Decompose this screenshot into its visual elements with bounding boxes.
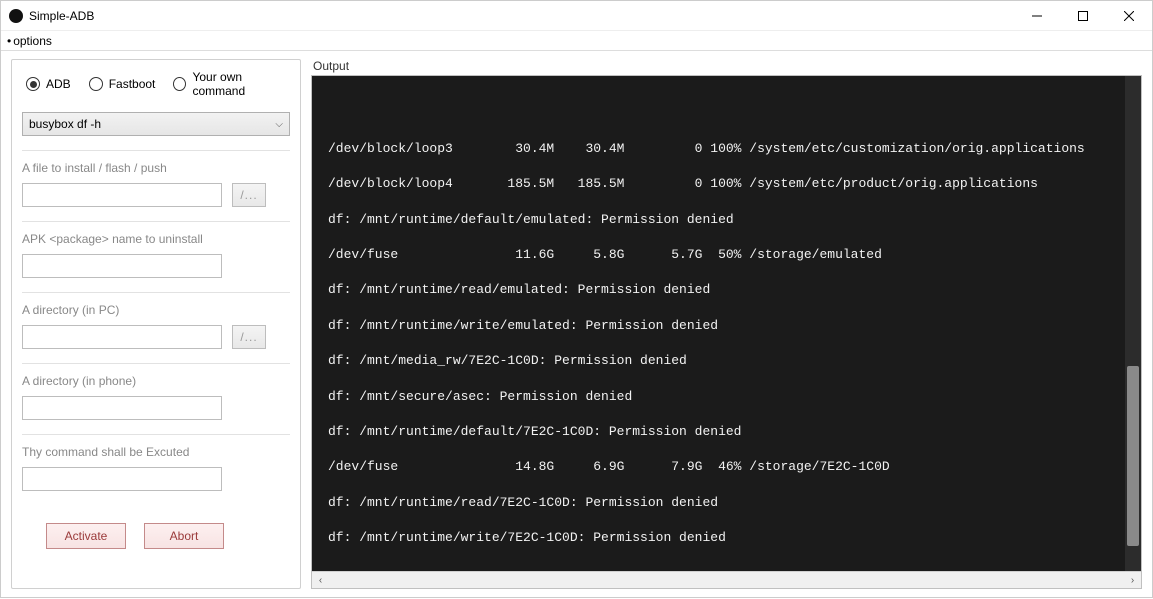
- radio-adb[interactable]: ADB: [26, 77, 71, 91]
- radio-icon: [26, 77, 40, 91]
- close-button[interactable]: [1106, 1, 1152, 31]
- output-line: /dev/fuse 14.8G 6.9G 7.9G 46% /storage/7…: [328, 455, 1125, 478]
- output-line: df: /mnt/media_rw/7E2C-1C0D: Permission …: [328, 349, 1125, 372]
- radio-custom-label: Your own command: [192, 70, 290, 98]
- radio-icon: [89, 77, 103, 91]
- scroll-left-icon[interactable]: ‹: [312, 572, 329, 589]
- chevron-down-icon: ⌵: [275, 119, 283, 130]
- output-line: df: /mnt/runtime/default/7E2C-1C0D: Perm…: [328, 420, 1125, 443]
- group-install: A file to install / flash / push /...: [22, 150, 290, 221]
- output-line: df: /mnt/runtime/write/emulated: Permiss…: [328, 314, 1125, 337]
- output-line: df: /mnt/runtime/read/7E2C-1C0D: Permiss…: [328, 491, 1125, 514]
- command-select-value: busybox df -h: [29, 117, 101, 131]
- minimize-button[interactable]: [1014, 1, 1060, 31]
- group-uninstall: APK <package> name to uninstall: [22, 221, 290, 292]
- custom-command-input[interactable]: [22, 467, 222, 491]
- uninstall-package-input[interactable]: [22, 254, 222, 278]
- app-icon: [9, 9, 23, 23]
- dir-phone-input[interactable]: [22, 396, 222, 420]
- scroll-track[interactable]: [329, 572, 1124, 588]
- menu-options[interactable]: options: [13, 34, 52, 48]
- group-install-label: A file to install / flash / push: [22, 161, 290, 175]
- controls-panel: ADB Fastboot Your own command busybox df…: [11, 59, 301, 589]
- group-command: Thy command shall be Excuted: [22, 434, 290, 505]
- output-line: df: /mnt/runtime/read/emulated: Permissi…: [328, 278, 1125, 301]
- output-terminal[interactable]: /dev/block/loop3 30.4M 30.4M 0 100% /sys…: [312, 76, 1141, 571]
- group-dir-phone: A directory (in phone): [22, 363, 290, 434]
- output-line: df: /mnt/secure/asec: Permission denied: [328, 385, 1125, 408]
- horizontal-scrollbar[interactable]: ‹ ›: [312, 571, 1141, 588]
- dir-pc-browse-button[interactable]: /...: [232, 325, 266, 349]
- mode-radios: ADB Fastboot Your own command: [22, 70, 290, 98]
- install-browse-button[interactable]: /...: [232, 183, 266, 207]
- output-line: /dev/fuse 11.6G 5.8G 5.7G 50% /storage/e…: [328, 243, 1125, 266]
- group-dir-phone-label: A directory (in phone): [22, 374, 290, 388]
- radio-custom[interactable]: Your own command: [173, 70, 290, 98]
- output-panel: Output /dev/block/loop3 30.4M 30.4M 0 10…: [311, 59, 1142, 589]
- abort-button[interactable]: Abort: [144, 523, 224, 549]
- output-label: Output: [311, 59, 1142, 73]
- output-line: /dev/block/loop4 185.5M 185.5M 0 100% /s…: [328, 172, 1125, 195]
- menubar: • options: [1, 31, 1152, 51]
- group-dir-pc: A directory (in PC) /...: [22, 292, 290, 363]
- scroll-thumb[interactable]: [1127, 366, 1139, 546]
- menu-bullet: •: [7, 34, 11, 48]
- window-title: Simple-ADB: [29, 9, 94, 23]
- output-line: df: /mnt/runtime/write/7E2C-1C0D: Permis…: [328, 526, 1125, 549]
- vertical-scrollbar[interactable]: [1125, 76, 1141, 571]
- radio-fastboot-label: Fastboot: [109, 77, 156, 91]
- output-line: df: /mnt/runtime/default/emulated: Permi…: [328, 208, 1125, 231]
- output-line: /dev/block/loop3 30.4M 30.4M 0 100% /sys…: [328, 137, 1125, 160]
- command-select[interactable]: busybox df -h ⌵: [22, 112, 290, 136]
- radio-fastboot[interactable]: Fastboot: [89, 77, 156, 91]
- radio-adb-label: ADB: [46, 77, 71, 91]
- activate-button[interactable]: Activate: [46, 523, 126, 549]
- radio-icon: [173, 77, 186, 91]
- group-dir-pc-label: A directory (in PC): [22, 303, 290, 317]
- group-uninstall-label: APK <package> name to uninstall: [22, 232, 290, 246]
- install-file-input[interactable]: [22, 183, 222, 207]
- maximize-button[interactable]: [1060, 1, 1106, 31]
- titlebar: Simple-ADB: [1, 1, 1152, 31]
- dir-pc-input[interactable]: [22, 325, 222, 349]
- group-command-label: Thy command shall be Excuted: [22, 445, 290, 459]
- scroll-right-icon[interactable]: ›: [1124, 572, 1141, 589]
